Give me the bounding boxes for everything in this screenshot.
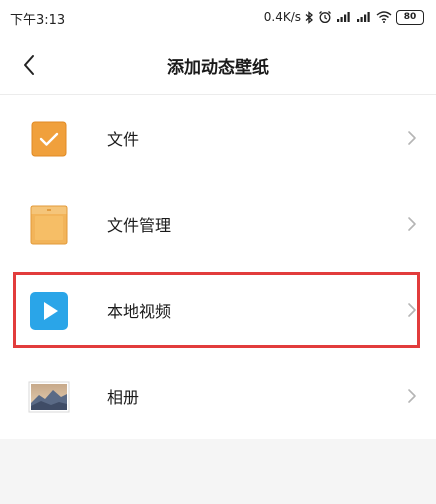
alarm-icon <box>318 10 332 24</box>
play-video-icon <box>27 289 71 333</box>
list-item-file-manager[interactable]: 文件管理 <box>0 181 436 267</box>
chevron-right-icon <box>408 217 416 231</box>
signal-icon <box>356 11 372 23</box>
chevron-right-icon <box>408 303 416 317</box>
status-time: 下午3:13 <box>10 13 66 28</box>
page-title: 添加动态壁纸 <box>167 58 269 78</box>
list-item-gallery[interactable]: 相册 <box>0 353 436 439</box>
source-list: 文件 文件管理 本地视频 相册 <box>0 95 436 439</box>
app-header: 添加动态壁纸 <box>0 36 436 95</box>
file-checkbox-icon <box>27 117 71 161</box>
list-item-label: 本地视频 <box>107 302 172 321</box>
list-item-label: 相册 <box>107 388 140 407</box>
chevron-right-icon <box>408 389 416 403</box>
battery-icon: 80 <box>396 9 424 25</box>
list-item-local-video[interactable]: 本地视频 <box>0 267 436 353</box>
wifi-icon <box>376 11 392 23</box>
bluetooth-icon <box>305 10 314 24</box>
signal-icon <box>336 11 352 23</box>
list-item-label: 文件 <box>107 130 140 149</box>
list-item-file[interactable]: 文件 <box>0 95 436 181</box>
network-speed: 0.4K/s <box>263 10 301 24</box>
chevron-right-icon <box>408 131 416 145</box>
list-item-label: 文件管理 <box>107 216 172 235</box>
status-indicators: 0.4K/s 80 <box>264 8 424 26</box>
file-manager-icon <box>27 203 71 247</box>
gallery-icon <box>27 375 71 419</box>
status-bar: 下午3:13 0.4K/s 80 <box>0 0 436 36</box>
